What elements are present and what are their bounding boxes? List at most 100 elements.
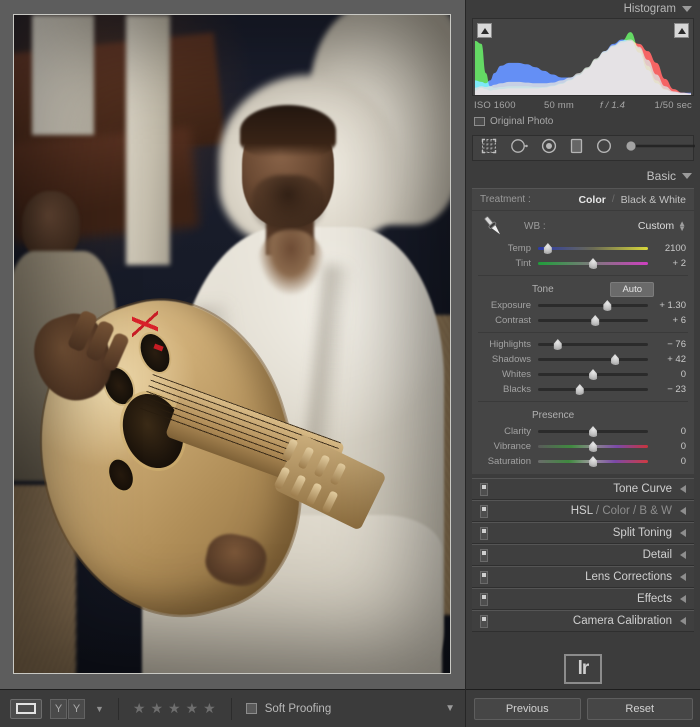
before-after-chevron-down-icon[interactable]: ▼ xyxy=(95,704,104,714)
shadows-value[interactable]: + 42 xyxy=(648,354,686,365)
tint-handle[interactable] xyxy=(589,258,597,269)
treatment-color-button[interactable]: Color xyxy=(578,194,605,206)
highlights-track[interactable] xyxy=(538,339,648,350)
develop-tool-strip[interactable] xyxy=(472,135,695,161)
blacks-track[interactable] xyxy=(538,384,648,395)
reset-button[interactable]: Reset xyxy=(586,697,693,720)
treatment-black-and-white-button[interactable]: Black & White xyxy=(621,194,686,206)
panel-enable-switch[interactable] xyxy=(480,504,488,518)
exposure-track[interactable] xyxy=(538,300,648,311)
saturation-slider-row[interactable]: Saturation 0 xyxy=(472,454,694,469)
before-after-icon-left[interactable]: Y xyxy=(50,698,67,719)
original-photo-row[interactable]: Original Photo xyxy=(474,116,692,127)
graduated-filter-tool-icon[interactable] xyxy=(570,138,583,159)
tint-slider-row[interactable]: Tint + 2 xyxy=(472,256,694,271)
panel-enable-switch[interactable] xyxy=(480,548,488,562)
basic-panel-header[interactable]: Basic xyxy=(466,166,700,186)
panel-expand-chevron-left-icon[interactable] xyxy=(680,551,686,559)
soft-proofing-checkbox[interactable] xyxy=(245,703,257,714)
histogram-header[interactable]: Histogram xyxy=(466,0,700,18)
exposure-handle[interactable] xyxy=(603,300,612,311)
chevron-down-icon[interactable] xyxy=(682,173,692,179)
highlights-value[interactable]: − 76 xyxy=(648,339,686,350)
saturation-track[interactable] xyxy=(538,456,648,467)
panel-header-lens-corrections[interactable]: Lens Corrections xyxy=(472,566,694,588)
temp-track[interactable] xyxy=(538,243,648,254)
white-balance-stepper-icon[interactable]: ▲ ▼ xyxy=(678,220,686,233)
saturation-value[interactable]: 0 xyxy=(648,456,686,467)
temp-handle[interactable] xyxy=(543,243,552,254)
vibrance-handle[interactable] xyxy=(589,441,597,452)
spot-removal-tool-icon[interactable] xyxy=(510,138,528,159)
white-balance-selector-eyedropper-icon[interactable] xyxy=(480,213,506,239)
whites-value[interactable]: 0 xyxy=(648,369,686,380)
tint-value[interactable]: + 2 xyxy=(648,258,686,269)
clarity-value[interactable]: 0 xyxy=(648,426,686,437)
original-photo-checkbox[interactable] xyxy=(474,117,485,126)
panel-expand-chevron-left-icon[interactable] xyxy=(680,485,686,493)
highlights-slider-row[interactable]: Highlights − 76 xyxy=(472,337,694,352)
panel-header-effects[interactable]: Effects xyxy=(472,588,694,610)
loupe-view-icon[interactable] xyxy=(10,698,42,719)
star-icon[interactable]: ★ xyxy=(168,700,182,717)
previous-button[interactable]: Previous xyxy=(474,697,581,720)
panel-enable-switch[interactable] xyxy=(480,526,488,540)
photo-frame[interactable] xyxy=(13,14,451,674)
shadows-slider-row[interactable]: Shadows + 42 xyxy=(472,352,694,367)
crop-overlay-tool-icon[interactable] xyxy=(481,138,497,159)
before-after-icon-right[interactable]: Y xyxy=(68,698,85,719)
white-balance-value[interactable]: Custom xyxy=(638,220,674,232)
contrast-handle[interactable] xyxy=(591,315,600,326)
contrast-slider-row[interactable]: Contrast + 6 xyxy=(472,313,694,328)
highlights-handle[interactable] xyxy=(553,339,562,350)
panel-expand-chevron-left-icon[interactable] xyxy=(680,507,686,515)
whites-handle[interactable] xyxy=(589,369,597,380)
clarity-slider-row[interactable]: Clarity 0 xyxy=(472,424,694,439)
panel-expand-chevron-left-icon[interactable] xyxy=(680,617,686,625)
rating-stars[interactable]: ★ ★ ★ ★ ★ xyxy=(133,700,217,717)
vibrance-track[interactable] xyxy=(538,441,648,452)
blacks-handle[interactable] xyxy=(575,384,584,395)
clarity-track[interactable] xyxy=(538,426,648,437)
chevron-down-icon[interactable] xyxy=(682,6,692,12)
auto-tone-button[interactable]: Auto xyxy=(610,281,654,297)
shadows-handle[interactable] xyxy=(611,354,619,365)
panel-enable-switch[interactable] xyxy=(480,614,488,628)
exposure-value[interactable]: + 1.30 xyxy=(648,300,686,311)
histogram-chart[interactable] xyxy=(472,18,694,96)
panel-enable-switch[interactable] xyxy=(480,592,488,606)
highlight-clipping-icon[interactable] xyxy=(674,23,689,38)
radial-filter-tool-icon[interactable] xyxy=(596,138,612,159)
panel-expand-chevron-left-icon[interactable] xyxy=(680,529,686,537)
tint-track[interactable] xyxy=(538,258,648,269)
blacks-slider-row[interactable]: Blacks − 23 xyxy=(472,382,694,397)
temp-value[interactable]: 2100 xyxy=(648,243,686,254)
before-after-view-group[interactable]: Y Y xyxy=(50,698,85,719)
star-icon[interactable]: ★ xyxy=(150,700,164,717)
contrast-value[interactable]: + 6 xyxy=(648,315,686,326)
star-icon[interactable]: ★ xyxy=(186,700,200,717)
contrast-track[interactable] xyxy=(538,315,648,326)
panel-header-tone-curve[interactable]: Tone Curve xyxy=(472,478,694,500)
panel-header-detail[interactable]: Detail xyxy=(472,544,694,566)
shadows-track[interactable] xyxy=(538,354,648,365)
panel-header-split-toning[interactable]: Split Toning xyxy=(472,522,694,544)
whites-slider-row[interactable]: Whites 0 xyxy=(472,367,694,382)
star-icon[interactable]: ★ xyxy=(203,700,217,717)
star-icon[interactable]: ★ xyxy=(133,700,147,717)
shadow-clipping-icon[interactable] xyxy=(477,23,492,38)
panel-enable-switch[interactable] xyxy=(480,482,488,496)
saturation-handle[interactable] xyxy=(589,456,597,467)
image-preview-area[interactable] xyxy=(0,0,465,689)
blacks-value[interactable]: − 23 xyxy=(648,384,686,395)
vibrance-slider-row[interactable]: Vibrance 0 xyxy=(472,439,694,454)
toolbar-chevron-down-icon[interactable]: ▼ xyxy=(445,703,455,714)
vibrance-value[interactable]: 0 xyxy=(648,441,686,452)
panel-expand-chevron-left-icon[interactable] xyxy=(680,595,686,603)
panel-enable-switch[interactable] xyxy=(480,570,488,584)
red-eye-correction-tool-icon[interactable] xyxy=(541,138,557,159)
temp-slider-row[interactable]: Temp 2100 xyxy=(472,241,694,256)
panel-expand-chevron-left-icon[interactable] xyxy=(680,573,686,581)
panel-header-camera-calibration[interactable]: Camera Calibration xyxy=(472,610,694,632)
panel-header-hsl-color-b-w[interactable]: HSL / Color / B & W xyxy=(472,500,694,522)
